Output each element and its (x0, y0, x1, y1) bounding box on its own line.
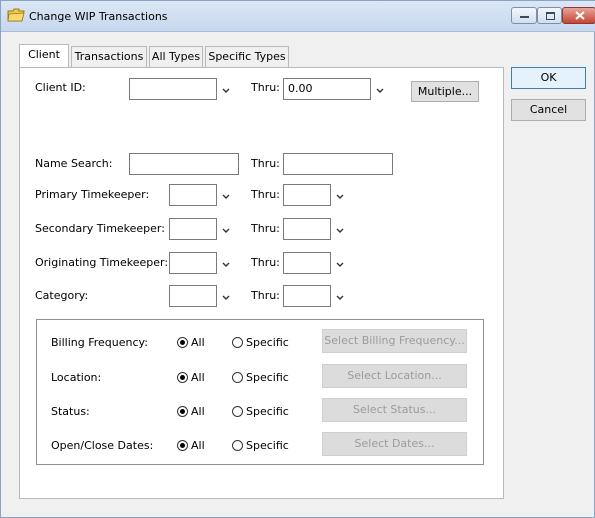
select-location-button[interactable]: Select Location... (322, 364, 467, 388)
location-label: Location: (51, 371, 102, 384)
status-label: Status: (51, 405, 90, 418)
select-dates-button[interactable]: Select Dates... (322, 432, 467, 456)
client-id-label: Client ID: (35, 81, 86, 94)
open-close-dates-specific-label[interactable]: Specific (246, 439, 289, 452)
open-close-dates-all-label[interactable]: All (191, 439, 205, 452)
chevron-down-icon[interactable] (221, 293, 231, 303)
chevron-down-icon[interactable] (221, 86, 231, 96)
location-all-radio[interactable] (177, 372, 188, 383)
name-search-input[interactable] (129, 153, 239, 175)
chevron-down-icon[interactable] (221, 226, 231, 236)
category-thru-label: Thru: (251, 289, 280, 302)
cancel-button[interactable]: Cancel (511, 99, 586, 121)
chevron-down-icon[interactable] (221, 192, 231, 202)
status-specific-label[interactable]: Specific (246, 405, 289, 418)
chevron-down-icon[interactable] (335, 260, 345, 270)
originating-timekeeper-label: Originating Timekeeper: (35, 256, 169, 269)
chevron-down-icon[interactable] (375, 86, 385, 96)
chevron-down-icon[interactable] (335, 226, 345, 236)
primary-timekeeper-input[interactable] (169, 184, 217, 206)
title-bar[interactable]: Change WIP Transactions (1, 1, 595, 32)
originating-timekeeper-input[interactable] (169, 252, 217, 274)
client-thru-label: Thru: (251, 81, 280, 94)
billing-frequency-specific-radio[interactable] (232, 337, 243, 348)
tab-transactions[interactable]: Transactions (71, 46, 147, 67)
minimize-icon (520, 16, 529, 18)
name-search-thru-input[interactable] (283, 153, 393, 175)
client-id-input[interactable] (129, 78, 217, 100)
name-search-label: Name Search: (35, 157, 113, 170)
category-label: Category: (35, 289, 89, 302)
secondary-timekeeper-label: Secondary Timekeeper: (35, 222, 165, 235)
category-thru-input[interactable] (283, 285, 331, 307)
select-status-button[interactable]: Select Status... (322, 398, 467, 422)
secondary-timekeeper-thru-input[interactable] (283, 218, 331, 240)
primary-timekeeper-thru-input[interactable] (283, 184, 331, 206)
select-billing-frequency-button[interactable]: Select Billing Frequency... (322, 329, 467, 353)
status-specific-radio[interactable] (232, 406, 243, 417)
open-close-dates-label: Open/Close Dates: (51, 439, 154, 452)
location-all-label[interactable]: All (191, 371, 205, 384)
minimize-button[interactable] (511, 7, 537, 24)
dialog-window: Change WIP Transactions Client Transacti… (0, 0, 595, 518)
primary-timekeeper-thru-label: Thru: (251, 188, 280, 201)
chevron-down-icon[interactable] (335, 293, 345, 303)
billing-frequency-label: Billing Frequency: (51, 336, 148, 349)
maximize-button[interactable] (537, 7, 562, 24)
close-button[interactable] (562, 7, 595, 24)
location-specific-radio[interactable] (232, 372, 243, 383)
tab-specific-types[interactable]: Specific Types (205, 46, 289, 67)
tab-all-types[interactable]: All Types (149, 46, 203, 67)
close-icon (575, 11, 585, 20)
chevron-down-icon[interactable] (221, 260, 231, 270)
category-input[interactable] (169, 285, 217, 307)
ok-button[interactable]: OK (511, 67, 586, 89)
open-close-dates-specific-radio[interactable] (232, 440, 243, 451)
primary-timekeeper-label: Primary Timekeeper: (35, 188, 150, 201)
folder-icon (7, 8, 25, 22)
window-title: Change WIP Transactions (29, 10, 168, 23)
secondary-timekeeper-input[interactable] (169, 218, 217, 240)
billing-frequency-specific-label[interactable]: Specific (246, 336, 289, 349)
chevron-down-icon[interactable] (335, 192, 345, 202)
status-all-label[interactable]: All (191, 405, 205, 418)
originating-timekeeper-thru-label: Thru: (251, 256, 280, 269)
multiple-button[interactable]: Multiple... (411, 81, 479, 102)
billing-frequency-all-radio[interactable] (177, 337, 188, 348)
maximize-icon (546, 12, 555, 20)
originating-timekeeper-thru-input[interactable] (283, 252, 331, 274)
client-thru-input[interactable]: 0.00 (283, 78, 371, 100)
tab-client[interactable]: Client (19, 44, 69, 67)
location-specific-label[interactable]: Specific (246, 371, 289, 384)
open-close-dates-all-radio[interactable] (177, 440, 188, 451)
secondary-timekeeper-thru-label: Thru: (251, 222, 280, 235)
billing-frequency-all-label[interactable]: All (191, 336, 205, 349)
name-search-thru-label: Thru: (251, 157, 280, 170)
status-all-radio[interactable] (177, 406, 188, 417)
